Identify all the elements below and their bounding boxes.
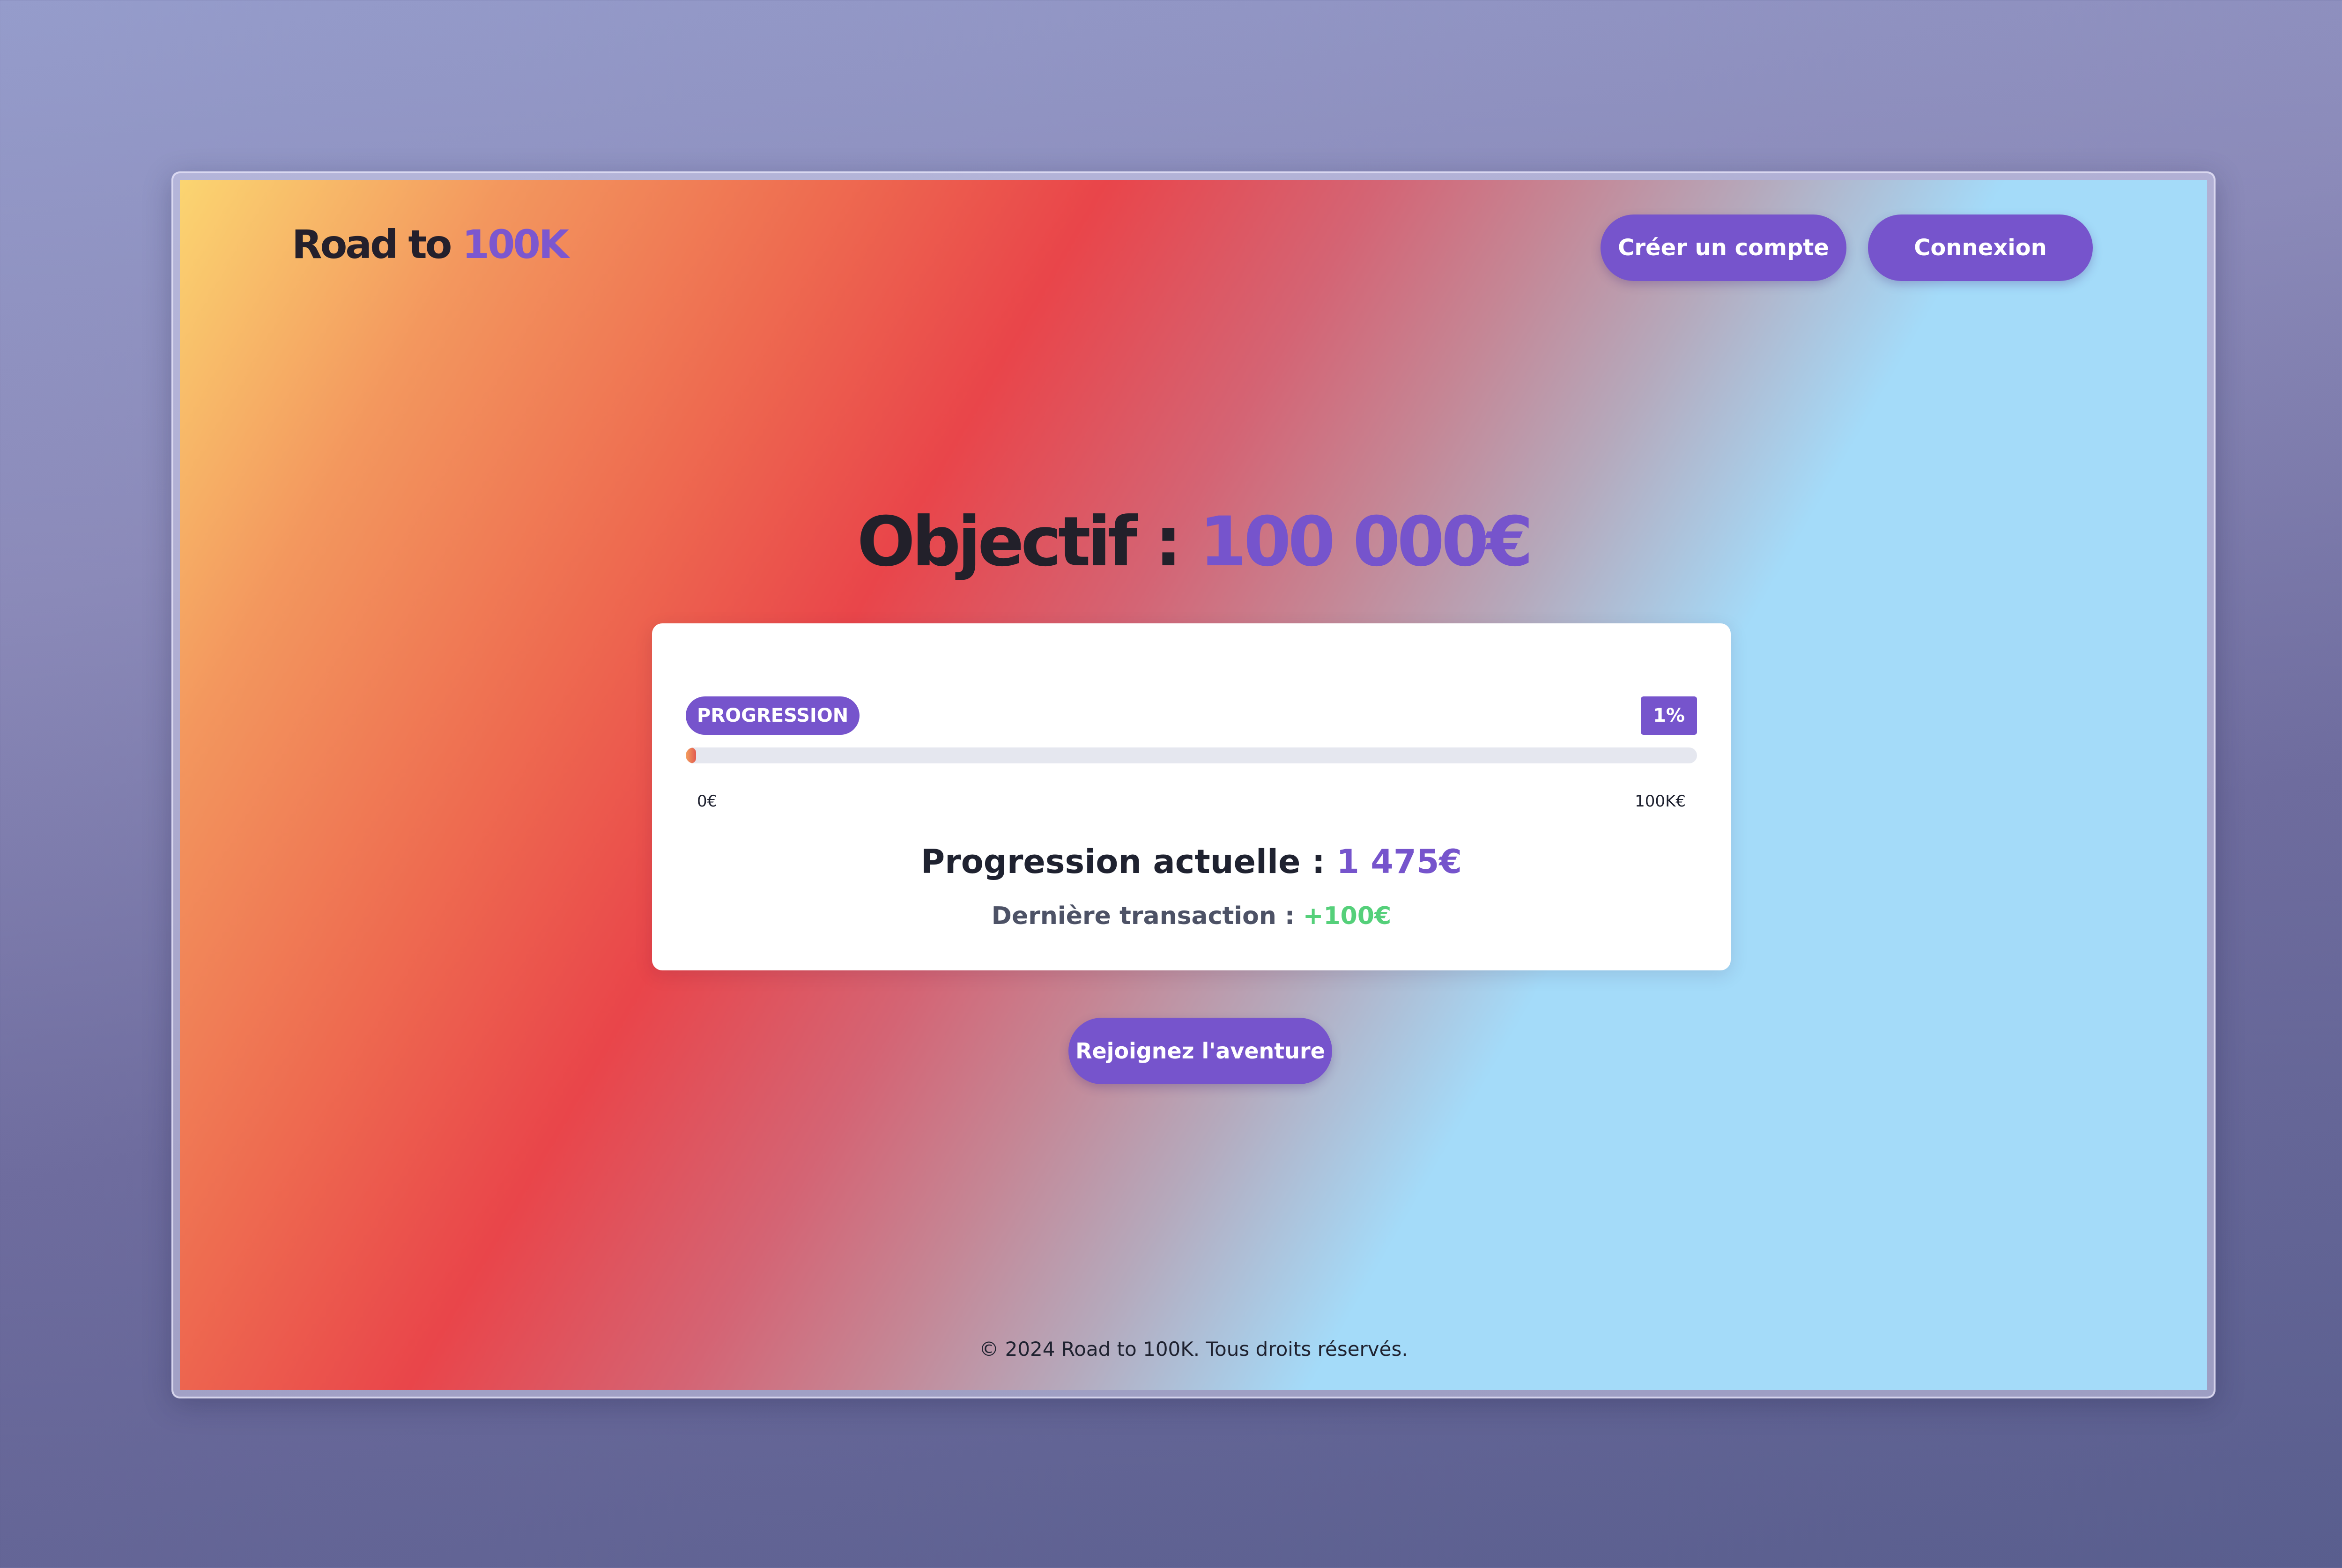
title-prefix: Objectif : bbox=[857, 502, 1182, 582]
progression-tag: PROGRESSION bbox=[686, 696, 860, 735]
browser-window: Road to 100K Créer un compte Connexion O… bbox=[171, 171, 2216, 1398]
current-progress: Progression actuelle : 1 475€ bbox=[652, 843, 1731, 881]
current-progress-value: 1 475€ bbox=[1336, 843, 1462, 881]
brand-accent: 100K bbox=[462, 222, 569, 267]
brand-prefix: Road to bbox=[292, 222, 452, 267]
last-transaction-label: Dernière transaction : bbox=[991, 902, 1295, 930]
percent-badge: 1% bbox=[1641, 696, 1697, 735]
scale-max-label: 100K€ bbox=[1635, 792, 1686, 811]
progress-bar-fill bbox=[686, 747, 696, 763]
last-transaction: Dernière transaction : +100€ bbox=[652, 902, 1731, 930]
app-page: Road to 100K Créer un compte Connexion O… bbox=[180, 180, 2207, 1390]
page-title: Objectif : 100 000€ bbox=[180, 502, 2207, 582]
last-transaction-value: +100€ bbox=[1303, 902, 1392, 930]
scale-min-label: 0€ bbox=[697, 792, 718, 811]
progress-bar bbox=[686, 747, 1697, 763]
join-button[interactable]: Rejoignez l'aventure bbox=[1068, 1018, 1332, 1084]
progress-card: PROGRESSION 1% 0€ 100K€ Progression actu… bbox=[652, 623, 1731, 970]
signup-button[interactable]: Créer un compte bbox=[1601, 214, 1846, 281]
footer-copyright: © 2024 Road to 100K. Tous droits réservé… bbox=[979, 1338, 1408, 1361]
brand-logo[interactable]: Road to 100K bbox=[292, 222, 569, 267]
login-button[interactable]: Connexion bbox=[1868, 214, 2093, 281]
goal-amount: 100 000€ bbox=[1199, 502, 1533, 582]
current-progress-label: Progression actuelle : bbox=[920, 843, 1325, 881]
